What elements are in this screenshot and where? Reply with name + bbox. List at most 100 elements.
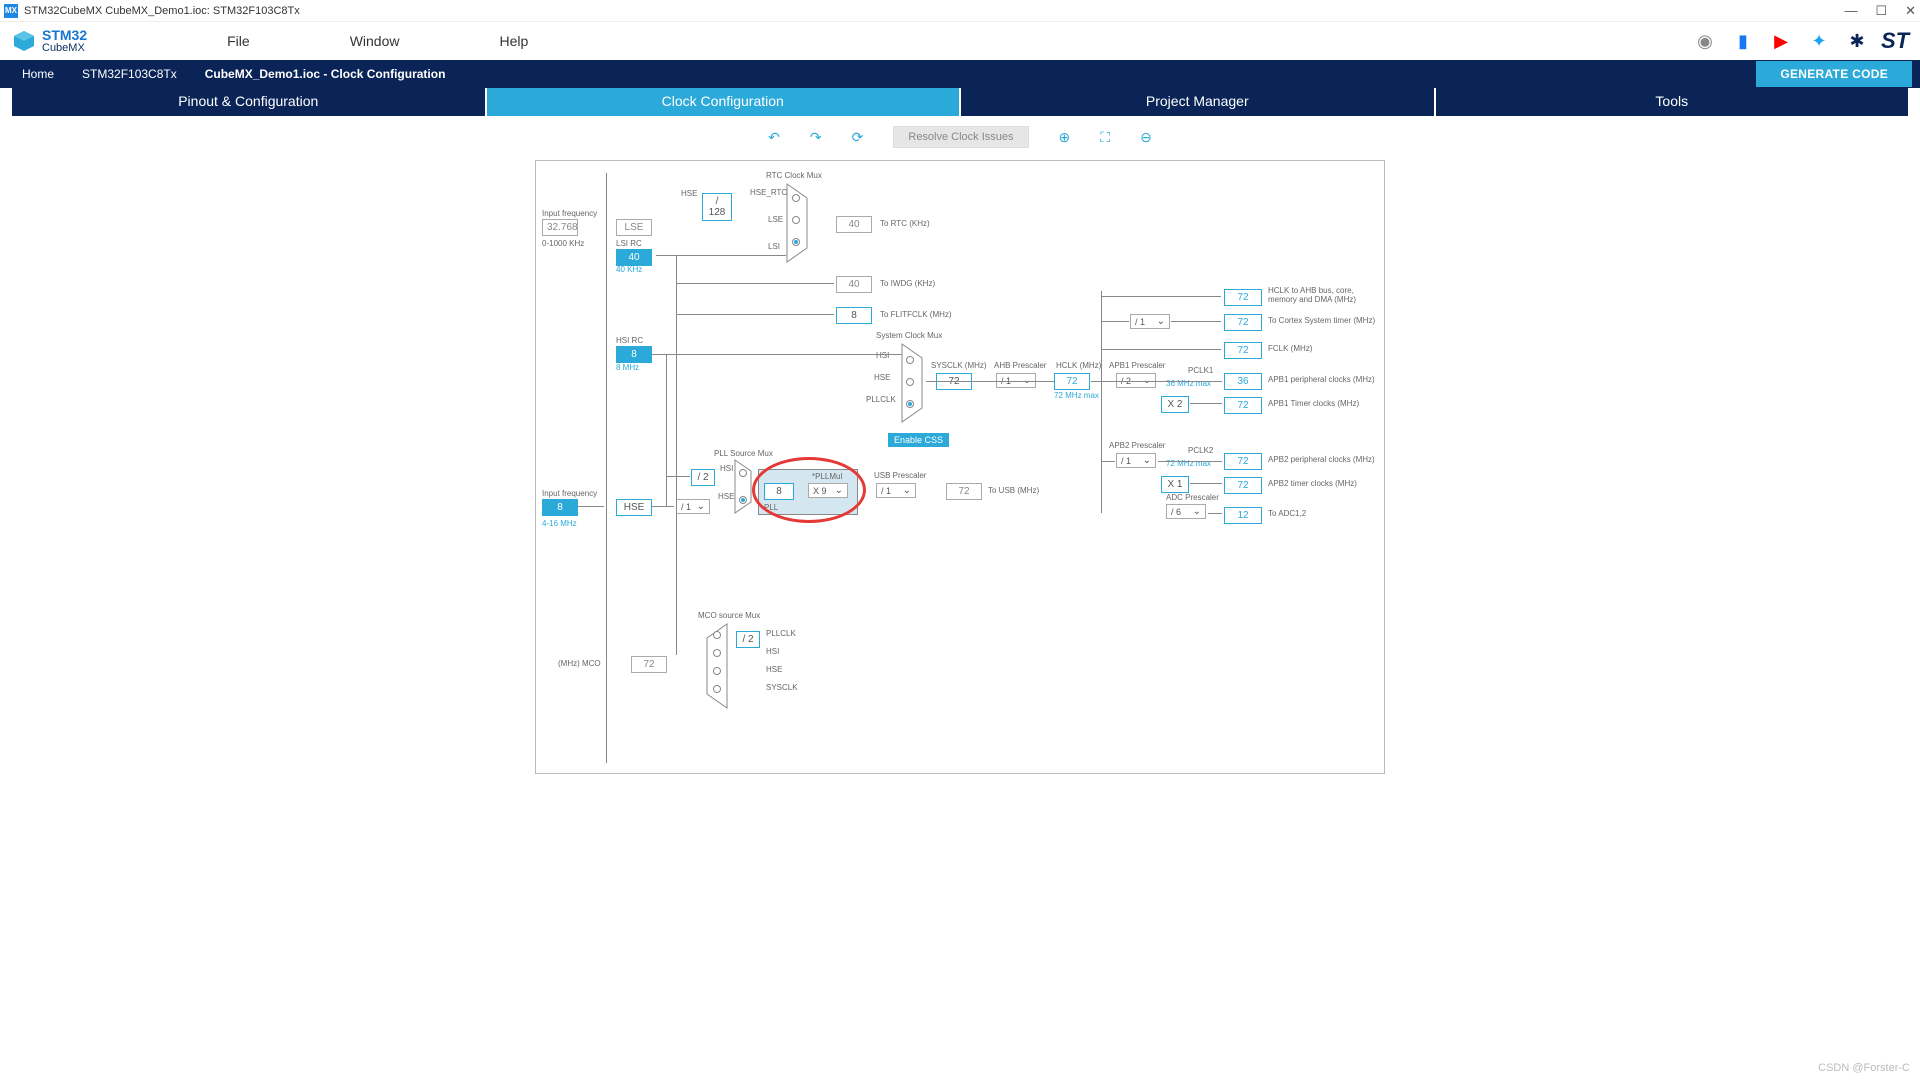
minimize-icon[interactable]: — [1844, 3, 1857, 19]
pll-radio-hsi[interactable] [739, 469, 747, 477]
out-apb1t-l: APB1 Timer clocks (MHz) [1268, 399, 1359, 408]
lse-box: LSE [616, 219, 652, 236]
apb2-prescaler[interactable]: / 1 [1116, 453, 1156, 468]
to-iwdg: To IWDG (KHz) [880, 279, 935, 288]
annotation-circle [752, 457, 866, 523]
sys-hse: HSE [874, 373, 890, 382]
adc-prescaler[interactable]: / 6 [1166, 504, 1206, 519]
ahb-div2[interactable]: / 1 [1130, 314, 1170, 329]
sys-radio-hsi[interactable] [906, 356, 914, 364]
sys-radio-pll[interactable] [906, 400, 914, 408]
badge-icon[interactable]: ◉ [1692, 30, 1718, 52]
zoom-out-icon[interactable]: ⊖ [1140, 129, 1152, 146]
clock-diagram: Input frequency 32.768 0-1000 KHz LSE LS… [535, 160, 1385, 774]
tab-project[interactable]: Project Manager [961, 88, 1434, 116]
sys-hsi: HSI [876, 351, 889, 360]
enable-css-button[interactable]: Enable CSS [888, 433, 949, 447]
sysclk-lbl: SYSCLK (MHz) [931, 361, 987, 370]
crumb-file[interactable]: CubeMX_Demo1.ioc - Clock Configuration [191, 60, 460, 88]
out-hclk-ahb: 72 [1224, 289, 1262, 306]
usb-pre-l: USB Prescaler [874, 471, 926, 480]
sys-radio-hse[interactable] [906, 378, 914, 386]
apb1-pre-l: APB1 Prescaler [1109, 361, 1165, 370]
lsirc-label: LSI RC [616, 239, 642, 248]
hsirc-label: HSI RC [616, 336, 643, 345]
usb-val: 72 [946, 483, 982, 500]
pll-src-mux[interactable] [734, 459, 752, 514]
hse-freq-label: Input frequency [542, 489, 597, 498]
zoom-in-icon[interactable]: ⊕ [1059, 129, 1071, 146]
social-links: ◉ ▮ ▶ ✦ ✱ ST [1692, 30, 1908, 52]
mco-hsi: HSI [766, 647, 779, 656]
undo-icon[interactable]: ↶ [768, 129, 780, 146]
maximize-icon[interactable]: ☐ [1875, 3, 1887, 19]
hclk-lbl: HCLK (MHz) [1056, 361, 1101, 370]
out-hclk-ahb-l: HCLK to AHB bus, core, memory and DMA (M… [1268, 286, 1378, 304]
crumb-chip[interactable]: STM32F103C8Tx [68, 60, 191, 88]
youtube-icon[interactable]: ▶ [1768, 30, 1794, 52]
out-adc-l: To ADC1,2 [1268, 509, 1306, 518]
rtc-radio-hse[interactable] [792, 194, 800, 202]
ahb-pre-l: AHB Prescaler [994, 361, 1046, 370]
lsi-l: LSI [768, 242, 780, 251]
watermark: CSDN @Forster-C [1818, 1062, 1910, 1074]
crumb-home[interactable]: Home [8, 60, 68, 88]
window-title: STM32CubeMX CubeMX_Demo1.ioc: STM32F103C… [24, 5, 300, 17]
network-icon[interactable]: ✱ [1844, 30, 1870, 52]
fit-icon[interactable]: ⛶ [1100, 129, 1110, 146]
hsi-hz: 8 MHz [616, 363, 639, 372]
sys-pllclk: PLLCLK [866, 395, 896, 404]
tab-clock[interactable]: Clock Configuration [487, 88, 960, 116]
redo-icon[interactable]: ↷ [810, 129, 822, 146]
menu-file[interactable]: File [227, 33, 250, 49]
hclk-max: 72 MHz max [1054, 391, 1099, 400]
hse-input[interactable]: 8 [542, 499, 578, 516]
hclk-val[interactable]: 72 [1054, 373, 1090, 390]
usb-prescaler[interactable]: / 1 [876, 483, 916, 498]
lse-freq-label: Input frequency [542, 209, 597, 218]
out-cortex: 72 [1224, 314, 1262, 331]
window-titlebar: MX STM32CubeMX CubeMX_Demo1.ioc: STM32F1… [0, 0, 1920, 22]
apb2-pre-l: APB2 Prescaler [1109, 441, 1165, 450]
pll-radio-hse[interactable] [739, 496, 747, 504]
toolbar: ↶ ↷ ⟳ Resolve Clock Issues ⊕ ⛶ ⊖ [0, 122, 1920, 152]
div128: / 128 [702, 193, 732, 221]
to-flit: To FLITFCLK (MHz) [880, 310, 952, 319]
mco-r1[interactable] [713, 631, 721, 639]
tab-tools[interactable]: Tools [1436, 88, 1909, 116]
sys-mux-label: System Clock Mux [876, 331, 942, 340]
pll-div2: / 2 [691, 469, 715, 486]
hse-div[interactable]: / 1 [676, 499, 710, 514]
breadcrumb-bar: Home STM32F103C8Tx CubeMX_Demo1.ioc - Cl… [0, 60, 1920, 88]
menu-help[interactable]: Help [499, 33, 528, 49]
top-bar: STM32CubeMX File Window Help ◉ ▮ ▶ ✦ ✱ S… [0, 22, 1920, 60]
mco-hse: HSE [766, 665, 782, 674]
mco-r4[interactable] [713, 685, 721, 693]
menu-window[interactable]: Window [350, 33, 400, 49]
st-logo-icon[interactable]: ST [1882, 30, 1908, 52]
close-icon[interactable]: ✕ [1905, 3, 1916, 19]
rtc-radio-lse[interactable] [792, 216, 800, 224]
refresh-icon[interactable]: ⟳ [852, 129, 864, 146]
to-rtc: To RTC (KHz) [880, 219, 930, 228]
mco-val: 72 [631, 656, 667, 673]
main-tabs: Pinout & Configuration Clock Configurati… [12, 88, 1908, 116]
mco-r3[interactable] [713, 667, 721, 675]
tab-pinout[interactable]: Pinout & Configuration [12, 88, 485, 116]
out-apb1p-l: APB1 peripheral clocks (MHz) [1268, 375, 1375, 384]
out-apb1p: 36 [1224, 373, 1262, 390]
rtc-radio-lsi[interactable] [792, 238, 800, 246]
mco-r2[interactable] [713, 649, 721, 657]
out-cortex-l: To Cortex System timer (MHz) [1268, 316, 1375, 325]
generate-code-button[interactable]: GENERATE CODE [1756, 61, 1912, 87]
facebook-icon[interactable]: ▮ [1730, 30, 1756, 52]
mco-sysclk: SYSCLK [766, 683, 798, 692]
lse-input[interactable]: 32.768 [542, 219, 578, 236]
rtc-val: 40 [836, 216, 872, 233]
resolve-clock-button[interactable]: Resolve Clock Issues [893, 126, 1028, 148]
x2-box: X 2 [1161, 396, 1189, 413]
pll-hsi: HSI [720, 464, 733, 473]
hsi-val: 8 [616, 346, 652, 363]
twitter-icon[interactable]: ✦ [1806, 30, 1832, 52]
out-apb2t: 72 [1224, 477, 1262, 494]
